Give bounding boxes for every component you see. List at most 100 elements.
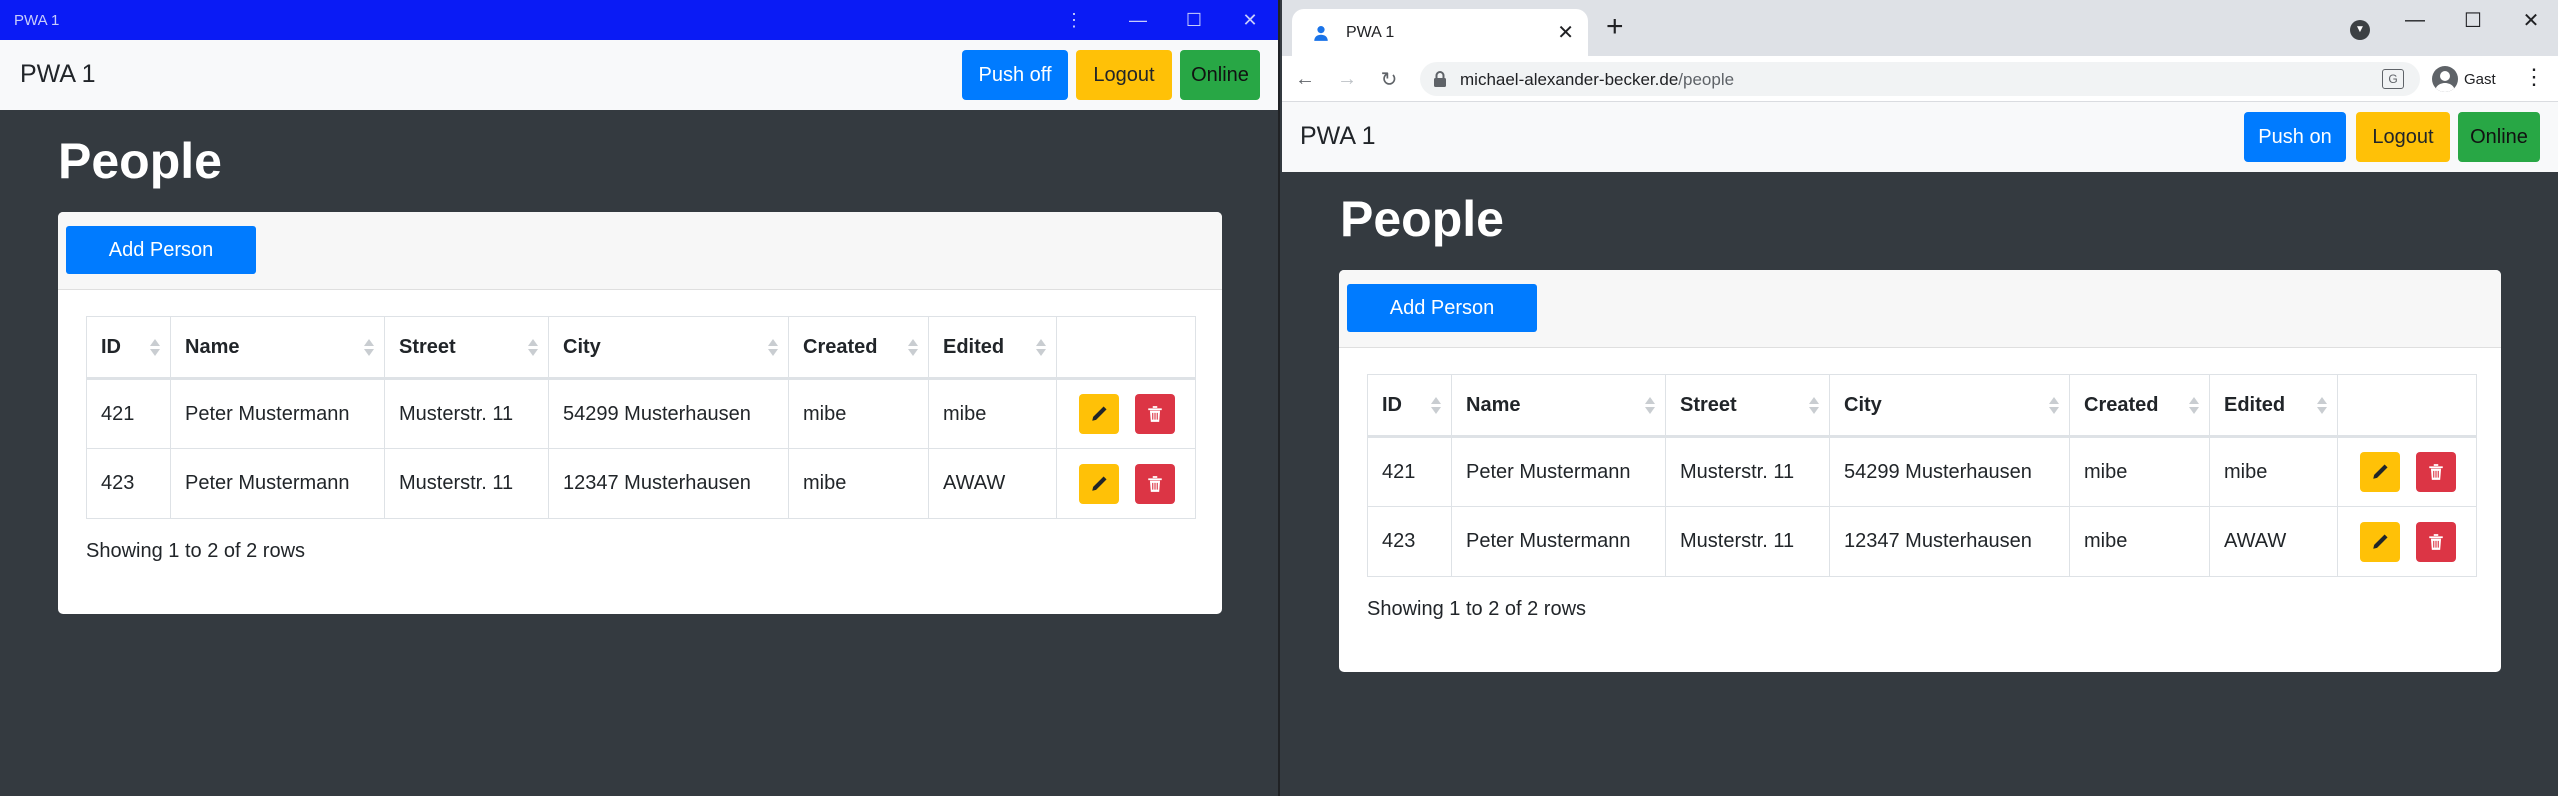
delete-button[interactable] <box>2416 521 2456 562</box>
column-header-id[interactable]: ID <box>86 316 171 380</box>
close-tab-icon[interactable]: ✕ <box>1557 20 1574 45</box>
table-row: 421 Peter Mustermann Musterstr. 11 54299… <box>1367 436 2477 507</box>
navbar-brand[interactable]: PWA 1 <box>20 60 96 89</box>
online-status-button[interactable]: Online <box>1180 50 1260 100</box>
cell-id: 423 <box>86 448 171 519</box>
trash-icon <box>1148 475 1162 492</box>
pencil-icon <box>2373 464 2388 479</box>
lock-icon[interactable] <box>1432 70 1448 88</box>
profile-favicon-icon <box>1314 26 1328 41</box>
column-header-created[interactable]: Created <box>2069 374 2210 438</box>
browser-window: PWA 1 ✕ + ▼ — ☐ ✕ ← → ↻ michael-alexande… <box>1282 0 2558 796</box>
column-header-created[interactable]: Created <box>788 316 929 380</box>
push-toggle-button[interactable]: Push off <box>962 50 1068 100</box>
cell-created: mibe <box>2069 436 2210 507</box>
sort-icon <box>1036 339 1046 357</box>
add-person-button[interactable]: Add Person <box>66 226 256 274</box>
cell-actions <box>1056 378 1196 449</box>
browser-tab[interactable]: PWA 1 ✕ <box>1292 9 1588 56</box>
column-header-actions <box>2337 374 2477 438</box>
push-toggle-button[interactable]: Push on <box>2244 112 2346 162</box>
people-card: Add Person ID Name Street City Created E… <box>58 212 1222 614</box>
close-icon[interactable]: ✕ <box>1222 0 1278 40</box>
people-table: ID Name Street City Created Edited 421 P… <box>1367 374 2477 577</box>
forward-arrow-icon[interactable]: → <box>1332 64 1362 94</box>
sort-icon <box>150 339 160 357</box>
column-header-name[interactable]: Name <box>170 316 385 380</box>
column-header-street[interactable]: Street <box>1665 374 1830 438</box>
cell-edited: mibe <box>2209 436 2338 507</box>
edit-button[interactable] <box>2360 521 2400 562</box>
logout-button[interactable]: Logout <box>1076 50 1172 100</box>
sort-icon <box>2317 397 2327 415</box>
tab-title: PWA 1 <box>1346 24 1395 41</box>
edit-button[interactable] <box>1079 394 1119 434</box>
minimize-icon[interactable]: — <box>1110 0 1166 40</box>
profile-icon <box>2432 66 2458 92</box>
minimize-icon[interactable]: — <box>2386 0 2444 40</box>
people-table: ID Name Street City Created Edited 421 P… <box>86 316 1196 519</box>
column-header-edited[interactable]: Edited <box>928 316 1057 380</box>
delete-button[interactable] <box>1135 463 1175 504</box>
pencil-icon <box>1092 406 1107 421</box>
sort-icon <box>768 339 778 357</box>
new-tab-icon[interactable]: + <box>1606 12 1624 42</box>
app-menu-icon[interactable]: ⋮ <box>1046 0 1102 40</box>
close-icon[interactable]: ✕ <box>2502 0 2558 40</box>
trash-icon <box>2429 464 2443 480</box>
pagination-info: Showing 1 to 2 of 2 rows <box>86 540 306 562</box>
page-title: People <box>1340 191 1504 247</box>
sort-icon <box>908 339 918 357</box>
sort-icon <box>2049 397 2059 415</box>
online-status-button[interactable]: Online <box>2458 112 2540 162</box>
tab-strip: PWA 1 ✕ + ▼ — ☐ ✕ <box>1282 0 2558 56</box>
menu-icon[interactable]: ⋮ <box>2522 64 2546 94</box>
cell-name: Peter Mustermann <box>170 448 385 519</box>
maximize-icon[interactable]: ☐ <box>1166 0 1222 40</box>
trash-icon <box>2429 533 2443 550</box>
address-path: /people <box>1678 70 1735 89</box>
app-navbar: PWA 1 Push on Logout Online <box>1282 102 2558 172</box>
cell-actions <box>1056 448 1196 519</box>
sort-icon <box>2189 397 2199 415</box>
table-row: 423 Peter Mustermann Musterstr. 11 12347… <box>86 448 1196 519</box>
cell-city: 54299 Musterhausen <box>1829 436 2070 507</box>
column-header-actions <box>1056 316 1196 380</box>
cell-street: Musterstr. 11 <box>384 378 549 449</box>
navbar-brand[interactable]: PWA 1 <box>1300 122 1376 151</box>
cell-street: Musterstr. 11 <box>1665 436 1830 507</box>
pwa-window: PWA 1 ⋮ — ☐ ✕ PWA 1 Push off Logout Onli… <box>0 0 1280 796</box>
browser-toolbar: ← → ↻ michael-alexander-becker.de/people… <box>1282 56 2558 102</box>
edit-button[interactable] <box>1079 463 1119 504</box>
address-bar[interactable]: michael-alexander-becker.de/people G <box>1420 62 2420 96</box>
column-header-edited[interactable]: Edited <box>2209 374 2338 438</box>
edit-button[interactable] <box>2360 452 2400 492</box>
app-navbar: PWA 1 Push off Logout Online <box>0 40 1278 110</box>
cell-name: Peter Mustermann <box>1451 436 1666 507</box>
delete-button[interactable] <box>1135 394 1175 434</box>
reload-icon[interactable]: ↻ <box>1374 64 1404 94</box>
maximize-icon[interactable]: ☐ <box>2444 0 2502 40</box>
add-person-button[interactable]: Add Person <box>1347 284 1537 332</box>
column-header-city[interactable]: City <box>1829 374 2070 438</box>
profile-button[interactable]: Gast <box>2432 64 2496 94</box>
column-header-id[interactable]: ID <box>1367 374 1452 438</box>
column-header-city[interactable]: City <box>548 316 789 380</box>
translate-icon[interactable]: G <box>2382 69 2404 89</box>
column-header-street[interactable]: Street <box>384 316 549 380</box>
logout-button[interactable]: Logout <box>2356 112 2450 162</box>
delete-button[interactable] <box>2416 452 2456 492</box>
tab-search-icon[interactable]: ▼ <box>2350 20 2370 40</box>
sort-icon <box>1431 397 1441 415</box>
column-header-name[interactable]: Name <box>1451 374 1666 438</box>
back-arrow-icon[interactable]: ← <box>1290 64 1320 94</box>
cell-id: 421 <box>1367 436 1452 507</box>
cell-city: 12347 Musterhausen <box>1829 506 2070 577</box>
page-title: People <box>58 133 222 189</box>
sort-icon <box>528 339 538 357</box>
profile-label: Gast <box>2464 70 2496 88</box>
address-host: michael-alexander-becker.de <box>1460 70 1679 89</box>
pwa-titlebar: PWA 1 ⋮ — ☐ ✕ <box>0 0 1278 40</box>
cell-name: Peter Mustermann <box>170 378 385 449</box>
cell-city: 54299 Musterhausen <box>548 378 789 449</box>
